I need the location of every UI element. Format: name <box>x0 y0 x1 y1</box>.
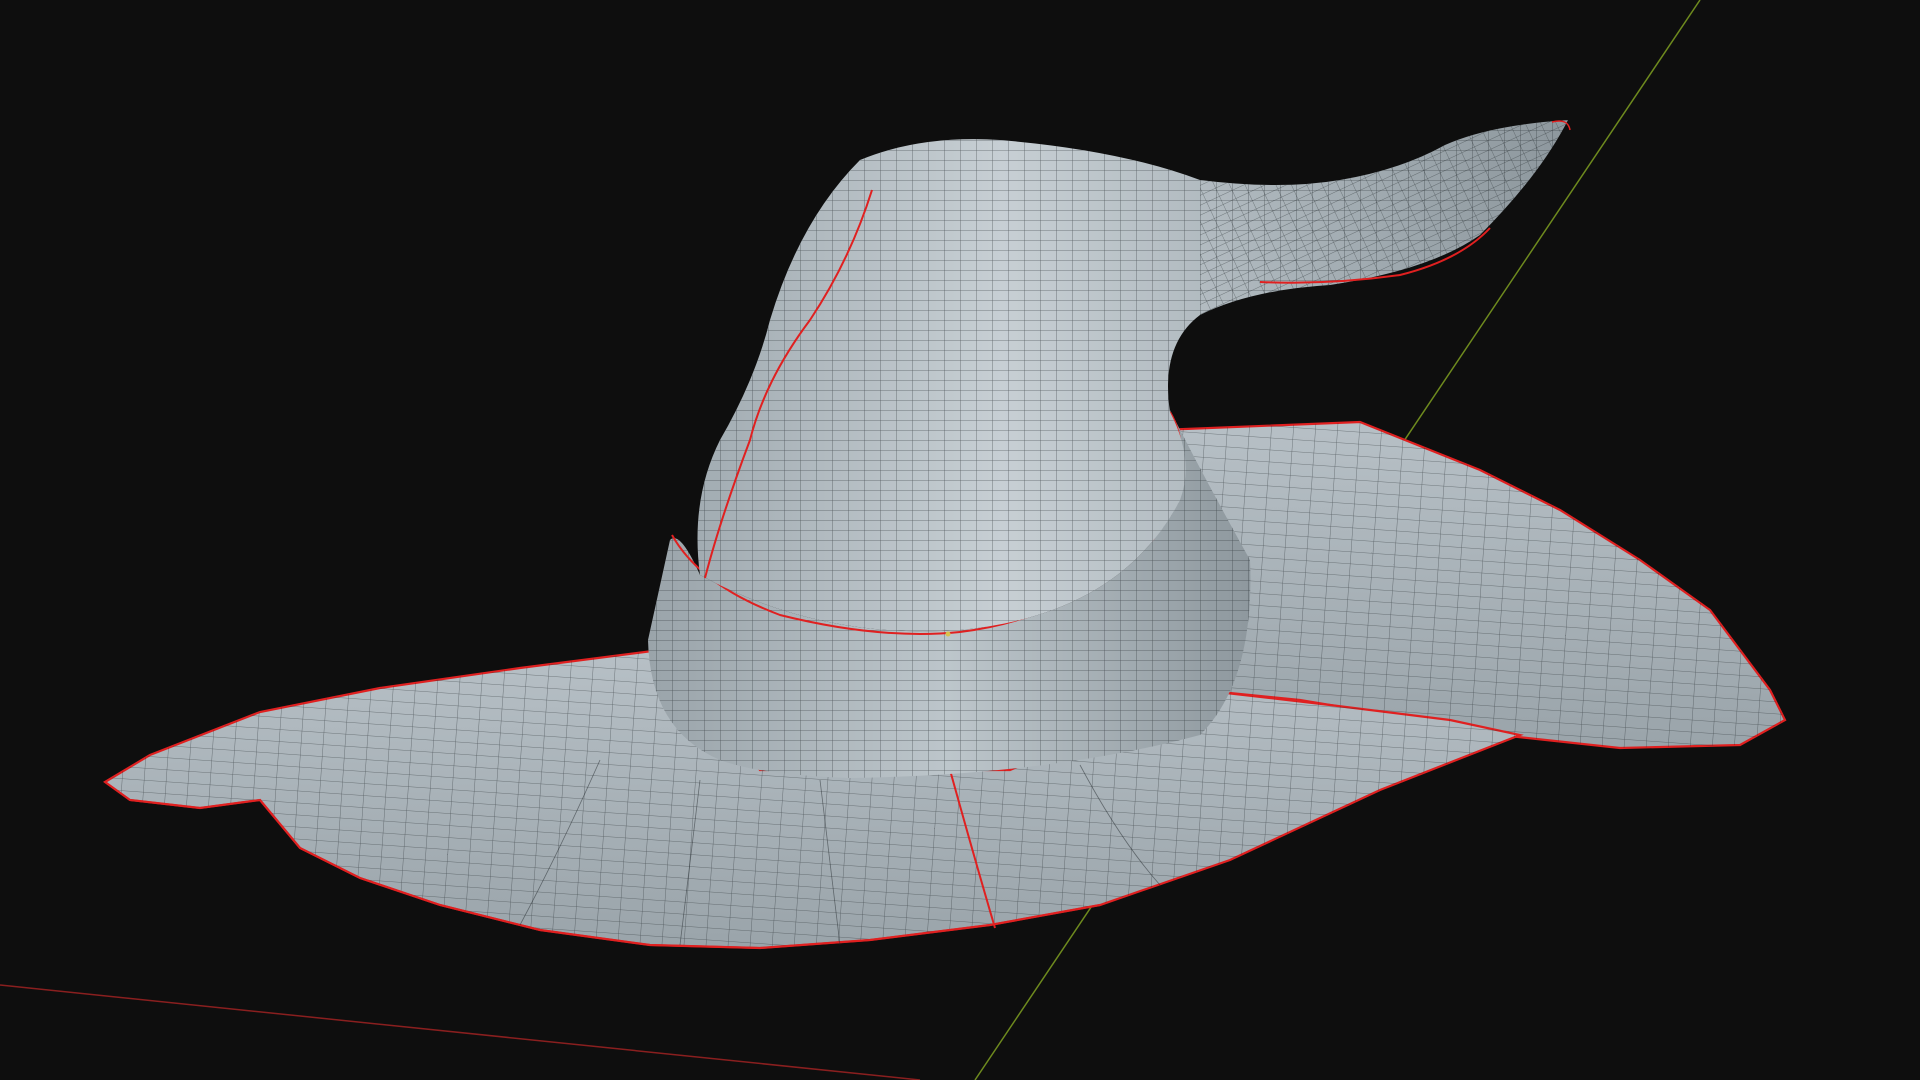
vertex-marker <box>945 631 951 637</box>
x-axis-line <box>0 984 921 1080</box>
3d-viewport[interactable] <box>0 0 1920 1080</box>
viewport-canvas[interactable] <box>0 0 1920 1080</box>
